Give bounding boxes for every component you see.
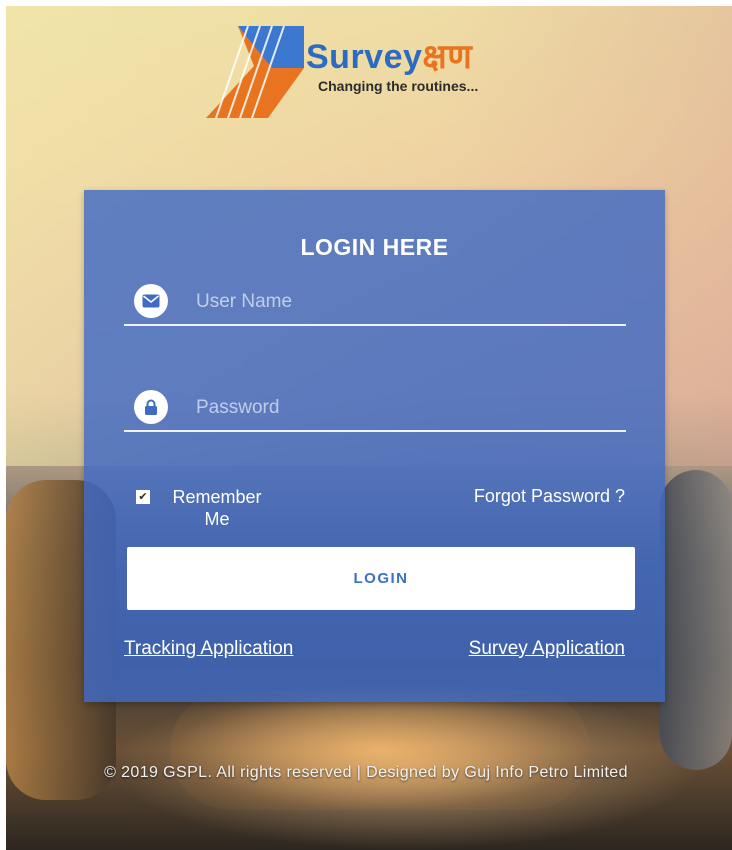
username-field [124, 284, 626, 326]
forgot-password-link[interactable]: Forgot Password ? [474, 486, 625, 507]
remember-me-label: Remember Me [172, 487, 262, 529]
brand-logo: Surveyक्षण Changing the routines... [206, 26, 516, 118]
tracking-application-link[interactable]: Tracking Application [124, 638, 293, 660]
brand-name-devanagari: क्षण [422, 38, 473, 76]
lock-icon [134, 390, 168, 424]
login-page: Surveyक्षण Changing the routines... LOGI… [0, 0, 732, 850]
pipe-shape [660, 470, 732, 770]
pipe-glow [170, 690, 590, 810]
logo-chevron-icon [206, 26, 304, 118]
username-input[interactable] [194, 286, 618, 318]
password-field [124, 390, 626, 432]
password-input[interactable] [194, 392, 618, 424]
survey-application-link[interactable]: Survey Application [469, 638, 625, 660]
login-title: LOGIN HERE [300, 234, 449, 260]
brand-name-latin: Survey [306, 38, 423, 76]
login-button[interactable]: LOGIN [127, 547, 635, 610]
login-card: LOGIN HERE ✔ Remember Me For [84, 190, 665, 702]
brand-tagline: Changing the routines... [318, 78, 479, 94]
remember-me-checkbox[interactable]: ✔ [136, 490, 150, 504]
footer-copyright: © 2019 GSPL. All rights reserved | Desig… [104, 764, 628, 781]
envelope-icon [134, 284, 168, 318]
remember-me[interactable]: ✔ Remember Me [136, 486, 276, 532]
brand-name: Surveyक्षण [306, 32, 472, 78]
